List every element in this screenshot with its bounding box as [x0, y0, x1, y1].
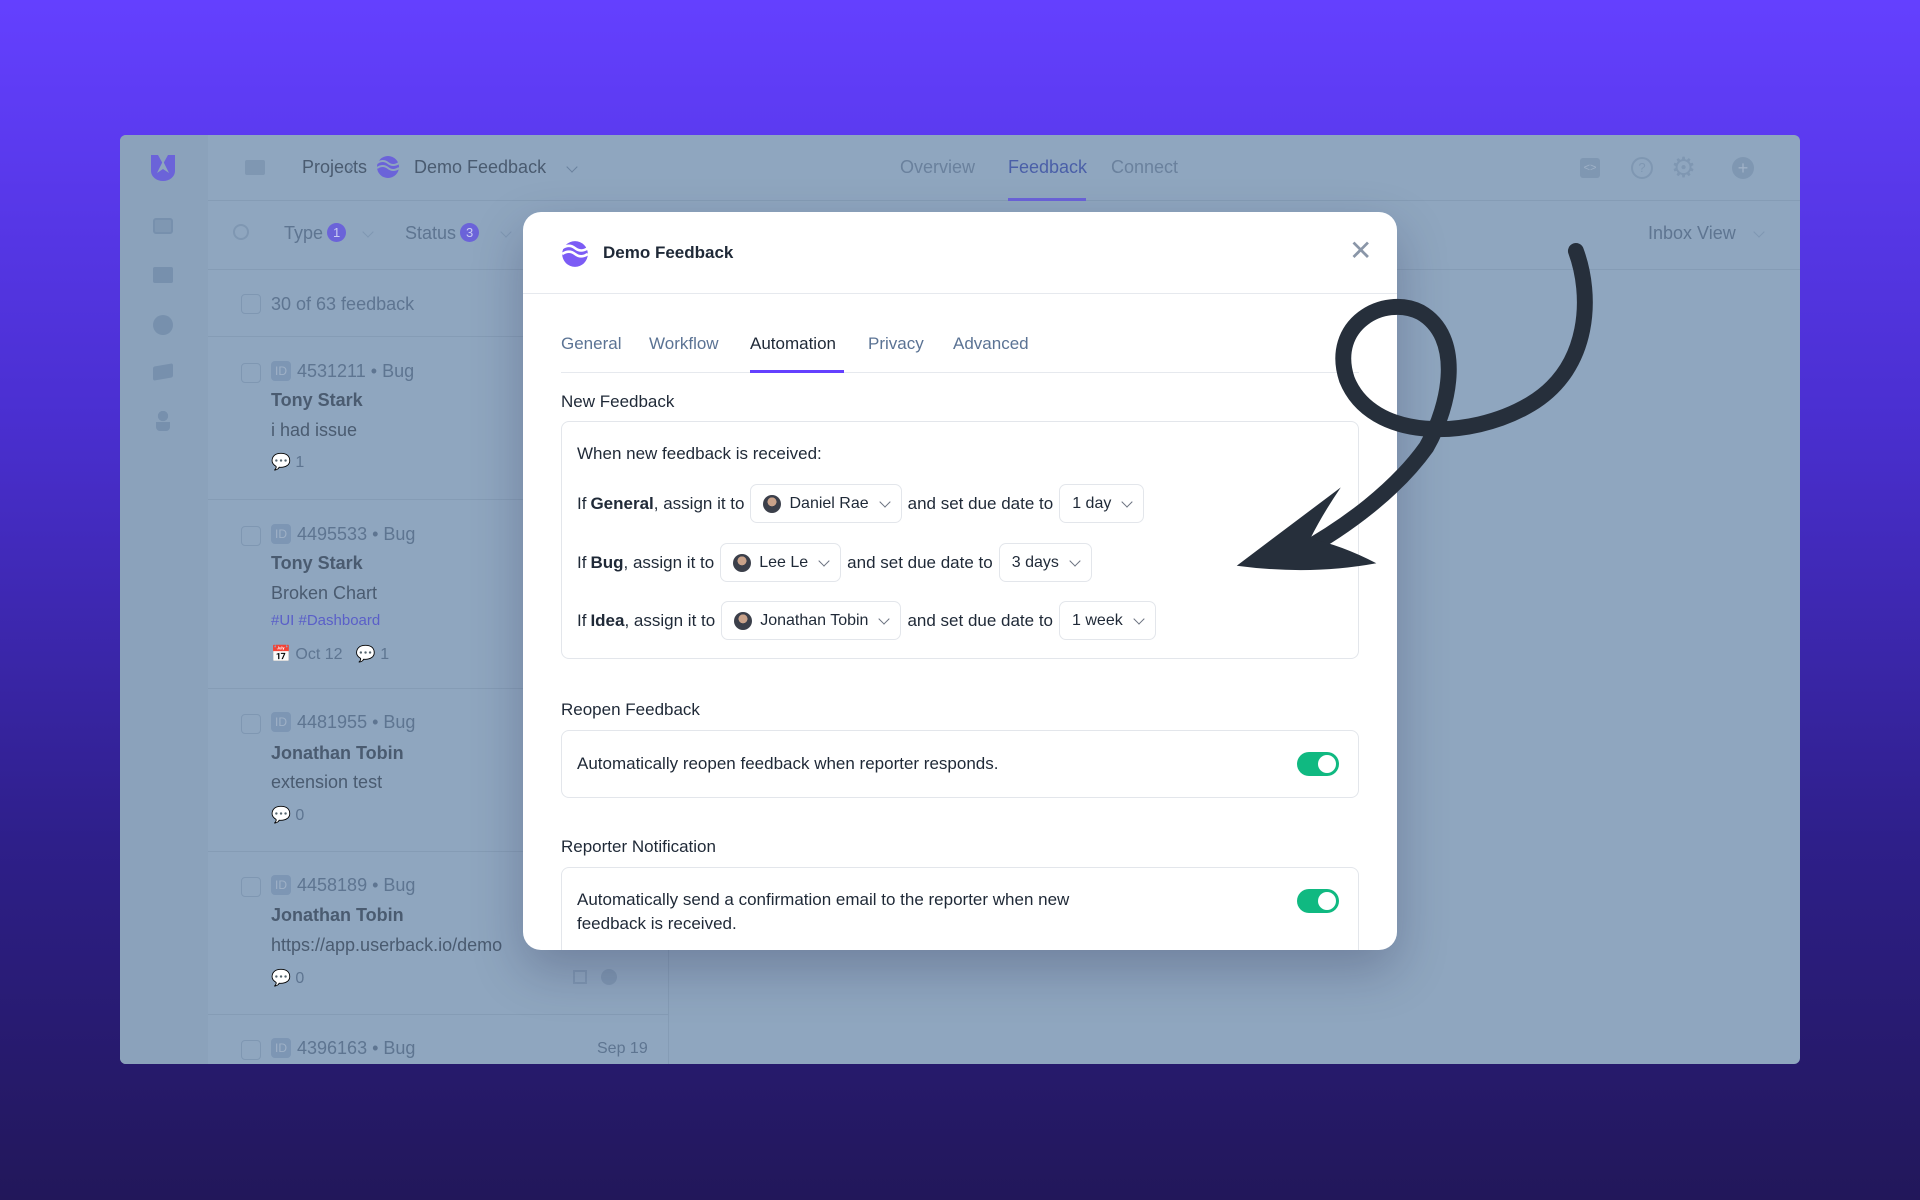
hand-drawn-arrow-icon [1236, 243, 1593, 571]
